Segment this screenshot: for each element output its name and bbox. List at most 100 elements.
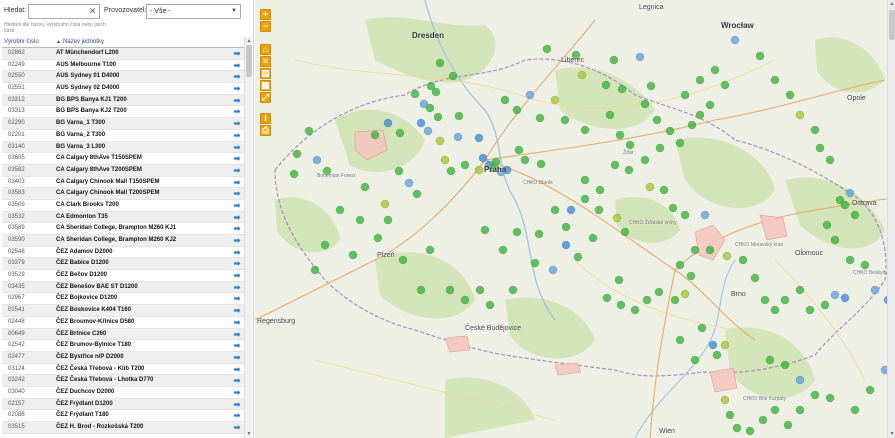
unit-marker[interactable] <box>615 130 625 140</box>
unit-marker[interactable] <box>712 350 722 360</box>
unit-marker[interactable] <box>616 300 626 310</box>
unit-marker[interactable] <box>680 90 690 100</box>
unit-marker[interactable] <box>860 260 870 270</box>
unit-marker[interactable] <box>542 44 552 54</box>
unit-marker[interactable] <box>617 84 627 94</box>
unit-marker[interactable] <box>431 87 441 97</box>
unit-marker[interactable] <box>304 126 314 136</box>
go-to-unit-arrow-icon[interactable]: ➡ <box>232 177 242 188</box>
unit-marker[interactable] <box>610 160 620 170</box>
unit-marker[interactable] <box>795 110 805 120</box>
unit-marker[interactable] <box>373 233 383 243</box>
unit-marker[interactable] <box>770 75 780 85</box>
unit-marker[interactable] <box>655 143 665 153</box>
map-view[interactable]: Dresden Wrocław Praha Regensburg Legnica… <box>255 0 895 438</box>
unit-marker[interactable] <box>310 265 320 275</box>
unit-marker[interactable] <box>478 153 488 163</box>
unit-marker[interactable] <box>577 70 587 80</box>
map-scrollbar[interactable]: ▲ ▼ <box>887 0 895 438</box>
table-row[interactable]: 02541 ČEZ Boskovice K404 T160 ➡ <box>2 305 244 317</box>
unit-marker[interactable] <box>810 390 820 400</box>
unit-marker[interactable] <box>370 130 380 140</box>
zoom-in-button[interactable]: + <box>260 9 271 20</box>
unit-marker[interactable] <box>810 125 820 135</box>
unit-marker[interactable] <box>312 155 322 165</box>
unit-marker[interactable] <box>412 189 422 199</box>
unit-marker[interactable] <box>383 215 393 225</box>
unit-marker[interactable] <box>348 250 358 260</box>
unit-marker[interactable] <box>760 295 770 305</box>
unit-marker[interactable] <box>625 140 635 150</box>
unit-marker[interactable] <box>825 155 835 165</box>
unit-marker[interactable] <box>695 110 705 120</box>
unit-marker[interactable] <box>594 205 604 215</box>
unit-marker[interactable] <box>645 182 655 192</box>
table-row[interactable]: 03509 CA Clark Brooks T200 ➡ <box>2 200 244 212</box>
unit-marker[interactable] <box>624 165 634 175</box>
go-to-unit-arrow-icon[interactable]: ➡ <box>232 60 242 71</box>
legend-icon[interactable]: ▦ <box>260 80 271 91</box>
unit-marker[interactable] <box>654 287 664 297</box>
go-to-unit-arrow-icon[interactable]: ➡ <box>232 387 242 398</box>
go-to-unit-arrow-icon[interactable]: ➡ <box>232 83 242 94</box>
table-row[interactable]: 00649 ČEZ Brtnice C260 ➡ <box>2 328 244 341</box>
unit-marker[interactable] <box>755 51 765 61</box>
table-row[interactable]: 03583 CA Calgary Chinook Mall T200SPEM ➡ <box>2 188 244 200</box>
info-icon[interactable]: i <box>260 113 271 124</box>
table-row[interactable]: 02862 AT Münchendorf L200 ➡ <box>2 48 244 60</box>
unit-marker[interactable] <box>690 355 700 365</box>
table-row[interactable]: 03379 ČEZ Babice D1200 ➡ <box>2 258 244 271</box>
go-to-unit-arrow-icon[interactable]: ➡ <box>232 71 242 82</box>
unit-marker[interactable] <box>640 155 650 165</box>
unit-marker[interactable] <box>446 166 456 176</box>
unit-marker[interactable] <box>498 245 508 255</box>
table-row[interactable]: 03312 BG BPS Banya KJ1 T200 ➡ <box>2 94 244 107</box>
go-to-unit-arrow-icon[interactable]: ➡ <box>232 399 242 410</box>
unit-marker[interactable] <box>738 255 748 265</box>
unit-marker[interactable] <box>665 126 675 136</box>
unit-marker[interactable] <box>652 115 662 125</box>
unit-marker[interactable] <box>448 71 458 81</box>
unit-marker[interactable] <box>730 35 740 45</box>
unit-marker[interactable] <box>687 120 697 130</box>
table-row[interactable]: 03582 CA Calgary 8thAve T200SPEM ➡ <box>2 164 244 177</box>
table-row[interactable]: 02548 ČEZ Adamov D2000 ➡ <box>2 247 244 259</box>
unit-marker[interactable] <box>514 145 524 155</box>
go-to-unit-arrow-icon[interactable]: ➡ <box>232 364 242 375</box>
table-row[interactable]: 02157 ČEZ Frýdlant D1200 ➡ <box>2 398 244 411</box>
table-row[interactable]: 02290 BG Varna_1 T300 ➡ <box>2 118 244 130</box>
unit-marker[interactable] <box>445 285 455 295</box>
unit-marker[interactable] <box>765 355 775 365</box>
go-to-unit-arrow-icon[interactable]: ➡ <box>232 317 242 328</box>
unit-marker[interactable] <box>410 89 420 99</box>
go-to-unit-arrow-icon[interactable]: ➡ <box>232 153 242 164</box>
table-row[interactable]: 02551 AUS Sydney 02 D4000 ➡ <box>2 83 244 95</box>
unit-marker[interactable] <box>360 182 370 192</box>
go-to-unit-arrow-icon[interactable]: ➡ <box>232 212 242 223</box>
unit-marker[interactable] <box>722 251 732 261</box>
unit-marker[interactable] <box>795 285 805 295</box>
unit-marker[interactable] <box>335 205 345 215</box>
unit-marker[interactable] <box>394 166 404 176</box>
unit-marker[interactable] <box>435 58 445 68</box>
unit-marker[interactable] <box>500 95 510 105</box>
unit-marker[interactable] <box>580 194 590 204</box>
table-row[interactable]: 03313 BG BPS Banya KJ2 T200 ➡ <box>2 106 244 119</box>
unit-marker[interactable] <box>680 289 690 299</box>
go-to-unit-arrow-icon[interactable]: ➡ <box>232 118 242 129</box>
unit-marker[interactable] <box>435 136 445 146</box>
unit-marker[interactable] <box>612 213 622 223</box>
unit-marker[interactable] <box>454 111 464 121</box>
unit-marker[interactable] <box>825 393 835 403</box>
unit-marker[interactable] <box>815 143 825 153</box>
unit-marker[interactable] <box>780 360 790 370</box>
unit-marker[interactable] <box>850 405 860 415</box>
table-row[interactable]: 02448 ČEZ Broumov-Křinice D580 ➡ <box>2 317 244 329</box>
zoom-out-button[interactable]: − <box>260 21 271 32</box>
unit-marker[interactable] <box>720 80 730 90</box>
table-row[interactable]: 03515 ČEZ H. Brod - Rozkošská T200 ➡ <box>2 422 244 434</box>
unit-marker[interactable] <box>535 113 545 123</box>
unit-marker[interactable] <box>536 159 546 169</box>
unit-marker[interactable] <box>705 245 715 255</box>
scroll-up-icon[interactable]: ▲ <box>245 37 253 45</box>
